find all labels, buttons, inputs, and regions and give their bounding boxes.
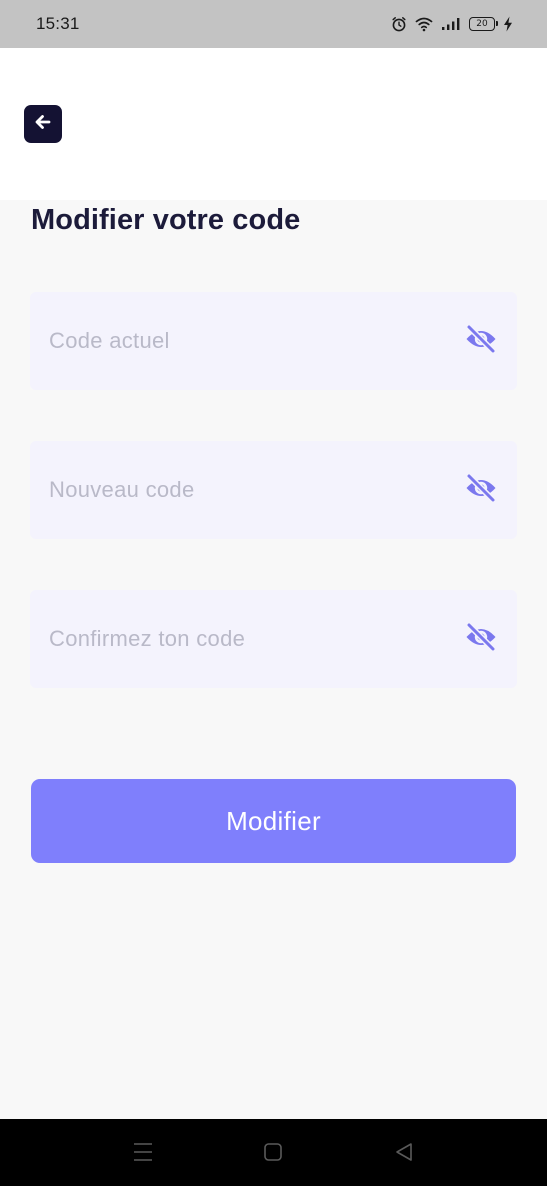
battery-level: 20: [476, 19, 488, 29]
eye-off-icon: [464, 472, 498, 508]
back-triangle-icon: [394, 1142, 414, 1167]
back-nav-button[interactable]: [389, 1139, 419, 1169]
confirm-code-visibility-toggle[interactable]: [464, 621, 498, 657]
home-button[interactable]: [258, 1139, 288, 1169]
home-icon: [263, 1142, 283, 1167]
status-bar: 15:31 20: [0, 0, 547, 48]
current-code-placeholder: Code actuel: [49, 328, 170, 353]
charging-icon: [503, 16, 513, 32]
menu-icon: [133, 1141, 153, 1168]
confirm-code-placeholder: Confirmez ton code: [49, 626, 246, 651]
alarm-icon: [391, 16, 407, 32]
back-button[interactable]: [24, 105, 62, 143]
header: [0, 48, 547, 200]
eye-off-icon: [464, 621, 498, 657]
new-code-field[interactable]: Nouveau code: [30, 441, 517, 539]
navigation-bar: [0, 1119, 547, 1186]
status-time: 15:31: [36, 14, 80, 33]
current-code-field[interactable]: Code actuel: [30, 292, 517, 390]
eye-off-icon: [464, 323, 498, 359]
wifi-icon: [415, 16, 433, 32]
status-icons: 20: [391, 16, 513, 32]
signal-icon: [441, 17, 461, 31]
current-code-visibility-toggle[interactable]: [464, 323, 498, 359]
new-code-visibility-toggle[interactable]: [464, 472, 498, 508]
confirm-code-field[interactable]: Confirmez ton code: [30, 590, 517, 688]
battery-icon: 20: [469, 17, 498, 31]
page-title: Modifier votre code: [31, 204, 301, 236]
arrow-left-icon: [33, 112, 53, 137]
submit-button[interactable]: Modifier: [31, 779, 516, 863]
new-code-placeholder: Nouveau code: [49, 477, 195, 502]
recent-apps-button[interactable]: [128, 1139, 158, 1169]
